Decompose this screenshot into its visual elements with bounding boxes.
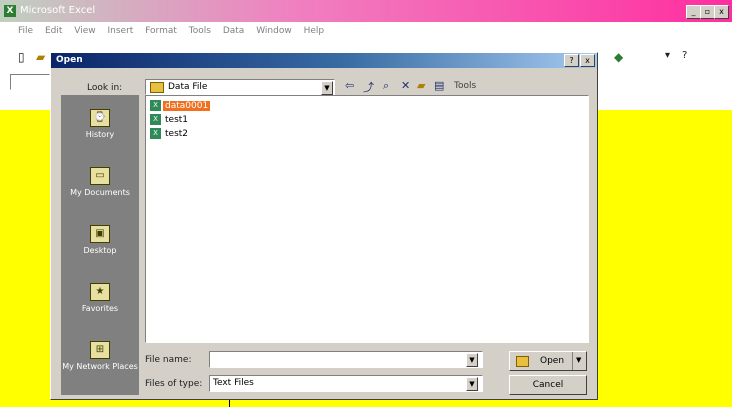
menu-data[interactable]: Data xyxy=(223,22,245,36)
file-name-dropdown-icon[interactable]: ▼ xyxy=(466,353,478,367)
open-folder-icon xyxy=(516,356,529,367)
dialog-help-button[interactable]: ? xyxy=(564,54,579,67)
file-list[interactable]: Xdata0001 Xtest1 Xtest2 xyxy=(145,95,589,343)
dialog-title-bar: Open ? x xyxy=(51,53,597,68)
look-in-combo[interactable]: Data File ▼ xyxy=(145,79,335,95)
cancel-button[interactable]: Cancel xyxy=(509,375,587,395)
back-icon[interactable]: ⇦ xyxy=(345,79,354,92)
menu-bar: File Edit View Insert Format Tools Data … xyxy=(0,22,732,42)
place-favorites[interactable]: ★ Favorites xyxy=(61,283,139,313)
look-in-label: Look in: xyxy=(87,83,123,93)
excel-file-icon: X xyxy=(150,100,161,111)
place-desktop-label: Desktop xyxy=(83,246,117,255)
list-item[interactable]: Xtest2 xyxy=(150,128,190,140)
place-history-label: History xyxy=(85,130,115,139)
desktop-icon: ▣ xyxy=(90,225,110,243)
place-favorites-label: Favorites xyxy=(81,304,119,313)
menu-insert[interactable]: Insert xyxy=(107,22,133,36)
menu-edit[interactable]: Edit xyxy=(45,22,62,36)
file-name: test1 xyxy=(165,115,189,125)
cancel-button-label: Cancel xyxy=(532,380,564,390)
zoom-dropdown-arrow-icon[interactable]: ▾ xyxy=(665,50,670,61)
open-folder-icon[interactable]: ▰ xyxy=(36,50,45,64)
file-name: data0001 xyxy=(163,101,211,111)
menu-view[interactable]: View xyxy=(74,22,95,36)
list-item[interactable]: Xdata0001 xyxy=(150,100,211,112)
delete-icon[interactable]: ✕ xyxy=(401,79,410,92)
places-bar: ⌚ History ▭ My Documents ▣ Desktop ★ Fav… xyxy=(61,95,139,395)
file-type-value: Text Files xyxy=(213,378,254,388)
excel-file-icon: X xyxy=(150,114,161,125)
file-name-input[interactable]: ▼ xyxy=(209,351,483,368)
history-icon: ⌚ xyxy=(90,109,110,127)
menu-window[interactable]: Window xyxy=(256,22,292,36)
look-in-dropdown-icon[interactable]: ▼ xyxy=(321,81,333,95)
file-name-label: File name: xyxy=(145,355,192,365)
place-desktop[interactable]: ▣ Desktop xyxy=(61,225,139,255)
views-icon[interactable]: ▤ xyxy=(434,79,444,92)
place-history[interactable]: ⌚ History xyxy=(61,109,139,139)
excel-logo-icon: X xyxy=(4,5,16,17)
star-icon: ★ xyxy=(90,283,110,301)
toolbar-map-icon[interactable]: ◆ xyxy=(614,50,623,64)
close-app-button[interactable]: x xyxy=(714,5,729,19)
place-my-documents[interactable]: ▭ My Documents xyxy=(61,167,139,197)
place-network-label: My Network Places xyxy=(62,362,138,371)
network-icon: ⊞ xyxy=(90,341,110,359)
app-title-bar: X Microsoft Excel _ ▫ x xyxy=(0,0,732,22)
menu-format[interactable]: Format xyxy=(145,22,177,36)
place-my-documents-label: My Documents xyxy=(70,188,130,197)
dialog-close-button[interactable]: x xyxy=(580,54,595,67)
help-icon[interactable]: ? xyxy=(682,50,687,61)
app-title: Microsoft Excel xyxy=(20,5,96,16)
list-item[interactable]: Xtest1 xyxy=(150,114,190,126)
open-button[interactable]: Open ▼ xyxy=(509,351,587,371)
name-box[interactable] xyxy=(10,74,50,90)
new-folder-icon[interactable]: ▰ xyxy=(417,79,425,92)
menu-file[interactable]: File xyxy=(18,22,33,36)
open-button-label: Open xyxy=(540,356,565,366)
excel-file-icon: X xyxy=(150,128,161,139)
dialog-title: Open xyxy=(56,55,83,65)
open-dialog: Open ? x Look in: Data File ▼ ⇦ ⤴ ⌕ ✕ ▰ … xyxy=(50,52,598,400)
minimize-button[interactable]: _ xyxy=(686,5,701,19)
search-web-icon[interactable]: ⌕ xyxy=(383,79,389,93)
folder-icon xyxy=(150,82,164,93)
file-type-select[interactable]: Text Files ▼ xyxy=(209,375,483,392)
split-divider xyxy=(572,352,573,370)
file-type-dropdown-icon[interactable]: ▼ xyxy=(466,377,478,391)
menu-tools[interactable]: Tools xyxy=(189,22,211,36)
place-network[interactable]: ⊞ My Network Places xyxy=(61,341,139,371)
file-type-label: Files of type: xyxy=(145,379,203,389)
tools-menu[interactable]: Tools xyxy=(454,81,476,91)
look-in-value: Data File xyxy=(168,82,208,92)
file-name: test2 xyxy=(165,129,189,139)
maximize-button[interactable]: ▫ xyxy=(700,5,715,19)
folder-icon: ▭ xyxy=(90,167,110,185)
up-folder-icon[interactable]: ⤴ xyxy=(363,79,374,95)
new-document-icon[interactable]: ▯ xyxy=(18,50,25,64)
menu-help[interactable]: Help xyxy=(304,22,325,36)
open-dropdown-icon[interactable]: ▼ xyxy=(576,356,581,364)
